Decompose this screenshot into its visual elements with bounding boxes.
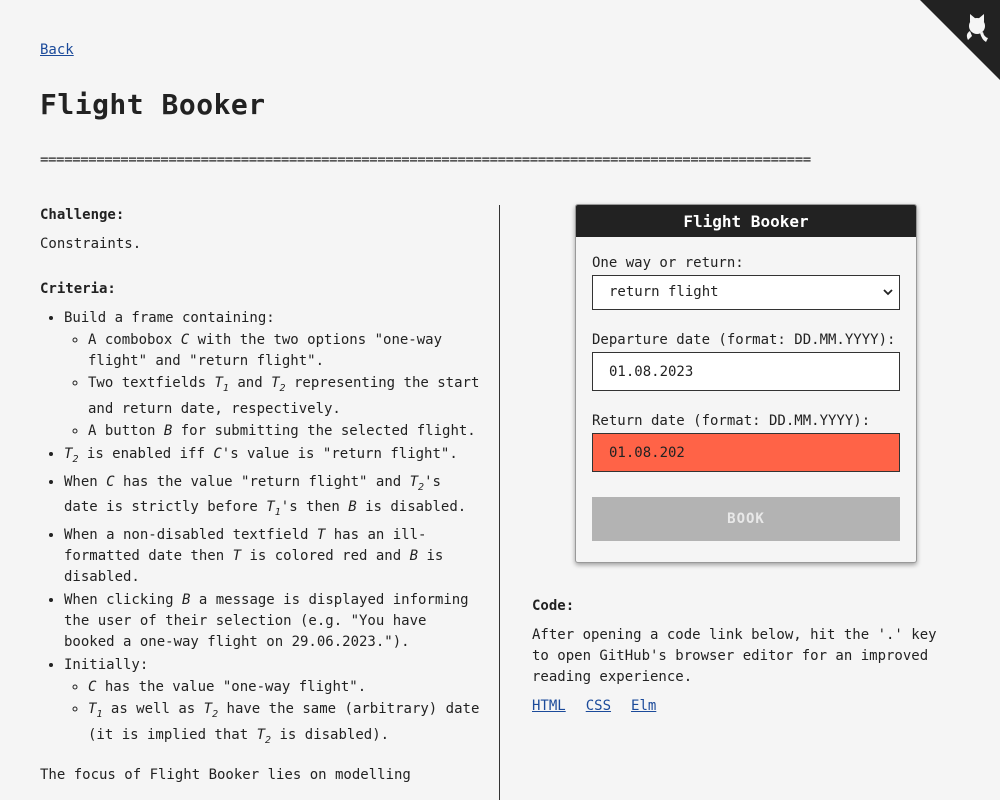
criteria-heading: Criteria: — [40, 281, 116, 297]
departure-date-input[interactable] — [592, 352, 900, 391]
title-divider: ========================================… — [40, 152, 811, 168]
return-date-input[interactable] — [592, 433, 900, 472]
code-instructions: After opening a code link below, hit the… — [532, 627, 937, 685]
code-heading: Code: — [532, 598, 575, 614]
widget-title: Flight Booker — [576, 205, 916, 237]
back-link[interactable]: Back — [40, 42, 74, 58]
criteria-sublist: A combobox C with the two options "one-w… — [64, 330, 480, 442]
return-label: Return date (format: DD.MM.YYYY): — [592, 413, 871, 429]
widget-body: One way or return: return flight Departu… — [576, 237, 916, 541]
code-links: HTML CSS Elm — [532, 696, 952, 717]
criteria-item: T2 is enabled iff C's value is "return f… — [64, 444, 480, 470]
return-field: Return date (format: DD.MM.YYYY): — [592, 413, 900, 472]
departure-label: Departure date (format: DD.MM.YYYY): — [592, 332, 896, 348]
page: Back Flight Booker =====================… — [0, 0, 1000, 800]
page-title: Flight Booker — [40, 88, 266, 121]
criteria-list: Build a frame containing: A combobox C w… — [40, 308, 480, 751]
trip-type-field: One way or return: return flight — [592, 255, 900, 310]
trip-type-label: One way or return: — [592, 255, 744, 271]
criteria-item: Build a frame containing: A combobox C w… — [64, 308, 480, 442]
code-link-html[interactable]: HTML — [532, 698, 566, 714]
focus-paragraph: The focus of Flight Booker lies on model… — [40, 766, 411, 783]
code-link-elm[interactable]: Elm — [631, 698, 656, 714]
criteria-item: Initially: C has the value "one-way flig… — [64, 655, 480, 751]
criteria-item: When clicking B a message is displayed i… — [64, 590, 480, 653]
chevron-down-icon — [883, 289, 893, 296]
challenge-heading: Challenge: — [40, 207, 125, 223]
flight-booker-widget: Flight Booker One way or return: return … — [575, 204, 917, 563]
book-button[interactable]: BOOK — [592, 497, 900, 541]
criteria-item: When C has the value "return flight" and… — [64, 472, 480, 524]
criteria-subitem: A combobox C with the two options "one-w… — [88, 330, 480, 372]
criteria-subitem: A button B for submitting the selected f… — [88, 421, 480, 442]
code-link-css[interactable]: CSS — [586, 698, 611, 714]
criteria-item: When a non-disabled textfield T has an i… — [64, 525, 480, 588]
description-column: Challenge: Constraints. Criteria: Build … — [40, 205, 480, 786]
departure-field: Departure date (format: DD.MM.YYYY): — [592, 332, 900, 391]
challenge-text: Constraints. — [40, 236, 142, 252]
code-section: Code: After opening a code link below, h… — [532, 596, 952, 717]
column-divider — [499, 205, 500, 800]
criteria-subitem: Two textfields T1 and T2 representing th… — [88, 373, 480, 420]
github-corner-link[interactable] — [920, 0, 1000, 80]
criteria-subitem: T1 as well as T2 have the same (arbitrar… — [88, 699, 480, 751]
criteria-subitem: C has the value "one-way flight". — [88, 677, 480, 698]
trip-type-value: return flight — [609, 284, 719, 300]
criteria-sublist: C has the value "one-way flight". T1 as … — [64, 677, 480, 751]
trip-type-select[interactable]: return flight — [592, 275, 900, 310]
